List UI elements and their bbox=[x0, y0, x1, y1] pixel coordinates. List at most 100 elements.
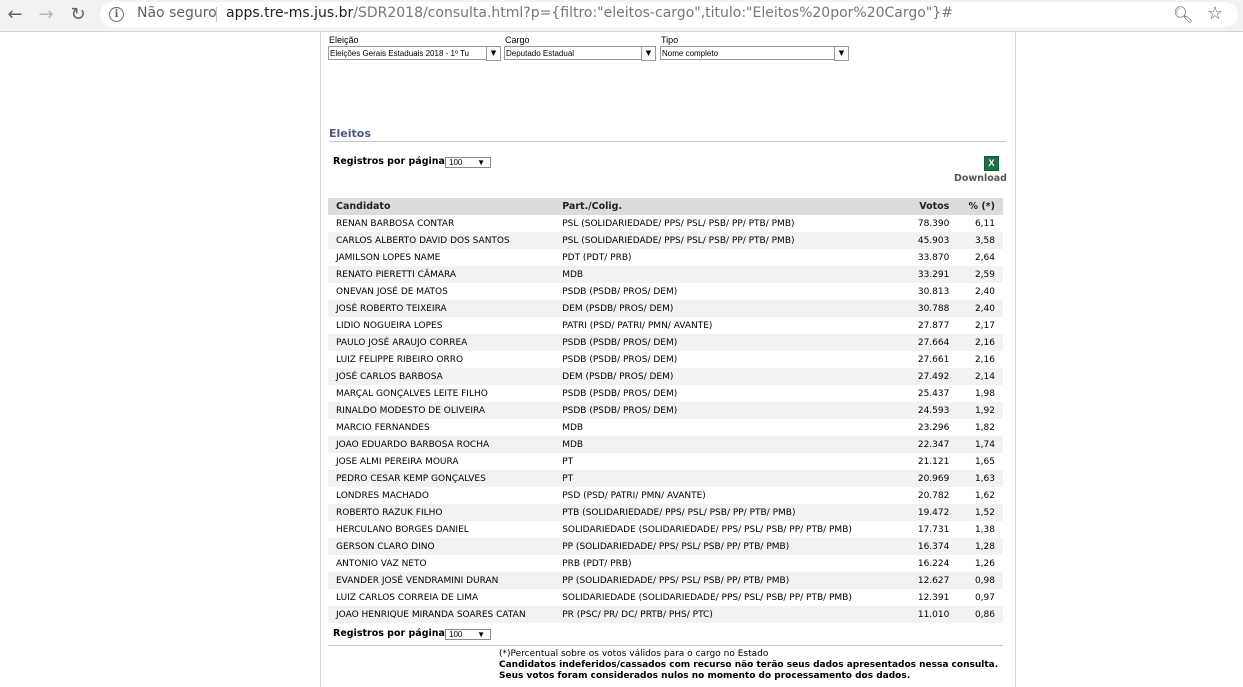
page-size-select[interactable]: 100 ▼ bbox=[445, 157, 491, 168]
cell-partido: PSL (SOLIDARIEDADE/ PPS/ PSL/ PSB/ PP/ P… bbox=[562, 218, 795, 229]
cell-partido: PSDB (PSDB/ PROS/ DEM) bbox=[562, 354, 678, 365]
cell-pct: 1,82 bbox=[974, 422, 995, 433]
table-row: JOAO EDUARDO BARBOSA ROCHA MDB 22.347 1,74 bbox=[328, 436, 1003, 453]
dropdown-arrow-icon[interactable]: ▼ bbox=[834, 46, 849, 61]
cell-partido: PSDB (PSDB/ PROS/ DEM) bbox=[562, 286, 678, 297]
cell-votos: 12.391 bbox=[917, 592, 950, 603]
cell-pct: 2,17 bbox=[974, 320, 995, 331]
cell-pct: 2,59 bbox=[957, 266, 1003, 283]
cell-candidato: ANTONIO VAZ NETO bbox=[336, 558, 427, 569]
cell-pct: 1,65 bbox=[974, 456, 995, 467]
cell-votos: 27.661 bbox=[917, 354, 950, 365]
cell-candidato: LUIZ FELIPPE RIBEIRO ORRO bbox=[336, 354, 464, 365]
cell-pct: 6,11 bbox=[974, 218, 995, 229]
cell-candidato: HERCULANO BORGES DANIEL bbox=[336, 524, 469, 535]
table-row: MARÇAL GONÇALVES LEITE FILHO PSDB (PSDB/ … bbox=[328, 385, 1003, 402]
forward-icon[interactable]: → bbox=[34, 4, 58, 26]
cell-pct: 1,26 bbox=[974, 558, 995, 569]
dropdown-arrow-icon: ▼ bbox=[477, 158, 485, 167]
tipo-label: Tipo bbox=[661, 35, 679, 45]
cell-candidato: LUIZ CARLOS CORREIA DE LIMA bbox=[336, 592, 479, 603]
cell-votos: 45.903 bbox=[892, 232, 958, 249]
table-row: LUIZ FELIPPE RIBEIRO ORRO PSDB (PSDB/ PRO… bbox=[328, 351, 1003, 368]
excel-icon[interactable]: X bbox=[984, 156, 999, 171]
cell-candidato: JOSÉ CARLOS BARBOSA bbox=[328, 368, 555, 385]
page-size-label-bottom: Registros por página : bbox=[333, 628, 453, 639]
cell-pct: 3,58 bbox=[957, 232, 1003, 249]
url-path: /SDR2018/consulta.html?p={filtro:"eleito… bbox=[353, 5, 953, 21]
cell-pct: 1,38 bbox=[974, 524, 995, 535]
cell-pct: 0,97 bbox=[974, 592, 995, 603]
cell-votos: 33.291 bbox=[892, 266, 958, 283]
page-size-select-bottom[interactable]: 100 ▼ bbox=[445, 629, 491, 640]
table-row: LUIZ CARLOS CORREIA DE LIMA SOLIDARIEDADE… bbox=[328, 589, 1003, 606]
cell-candidato: JOSE ALMI PEREIRA MOURA bbox=[336, 456, 459, 467]
download-link[interactable]: Download bbox=[954, 173, 1007, 184]
cargo-label: Cargo bbox=[505, 35, 530, 45]
browser-toolbar: ← → ↻ i Não seguro apps.tre-ms.jus.br/SD… bbox=[0, 0, 1243, 32]
cell-votos: 20.969 bbox=[892, 470, 958, 487]
cell-partido: PDT (PDT/ PRB) bbox=[562, 252, 632, 263]
security-label[interactable]: Não seguro bbox=[137, 5, 217, 21]
cell-partido: PSDB (PSDB/ PROS/ DEM) bbox=[554, 402, 893, 419]
address-bar[interactable]: i Não seguro apps.tre-ms.jus.br/SDR2018/… bbox=[100, 2, 1238, 27]
cell-partido: SOLIDARIEDADE (SOLIDARIEDADE/ PPS/ PSL/ … bbox=[562, 524, 852, 535]
cell-partido: PRB (PDT/ PRB) bbox=[562, 558, 632, 569]
cell-pct: 1,74 bbox=[957, 436, 1003, 453]
header-candidato[interactable]: Candidato bbox=[328, 198, 555, 215]
tipo-select[interactable]: Nome completo bbox=[660, 46, 835, 60]
dropdown-arrow-icon[interactable]: ▼ bbox=[641, 46, 656, 61]
cell-votos: 16.374 bbox=[892, 538, 958, 555]
back-icon[interactable]: ← bbox=[3, 4, 27, 26]
eleicao-label: Eleição bbox=[329, 35, 359, 45]
cell-candidato: PAULO JOSÉ ARAUJO CORREA bbox=[328, 334, 555, 351]
footer-divider bbox=[328, 645, 1003, 646]
cargo-select[interactable]: Deputado Estadual bbox=[504, 46, 642, 60]
cell-votos: 27.664 bbox=[892, 334, 958, 351]
cell-pct: 0,98 bbox=[957, 572, 1003, 589]
cell-candidato: JOAO HENRIQUE MIRANDA SOARES CATAN bbox=[328, 606, 555, 623]
table-row: JOSÉ CARLOS BARBOSA DEM (PSDB/ PROS/ DEM)… bbox=[328, 368, 1003, 385]
cell-votos: 17.731 bbox=[917, 524, 950, 535]
cell-partido: PT bbox=[562, 456, 574, 467]
cell-votos: 24.593 bbox=[892, 402, 958, 419]
cell-partido: SOLIDARIEDADE (SOLIDARIEDADE/ PPS/ PSL/ … bbox=[562, 592, 852, 603]
cell-partido: PTB (SOLIDARIEDADE/ PPS/ PSL/ PSB/ PP/ P… bbox=[554, 504, 893, 521]
cell-votos: 12.627 bbox=[892, 572, 958, 589]
table-row: ONEVAN JOSÉ DE MATOS PSDB (PSDB/ PROS/ DE… bbox=[328, 283, 1003, 300]
reload-icon[interactable]: ↻ bbox=[66, 4, 90, 26]
dropdown-arrow-icon[interactable]: ▼ bbox=[486, 46, 501, 61]
cell-pct: 2,40 bbox=[957, 300, 1003, 317]
page-size-value: 100 bbox=[449, 630, 463, 639]
cell-votos: 27.492 bbox=[892, 368, 958, 385]
cell-pct: 1,62 bbox=[974, 490, 995, 501]
table-row: PAULO JOSÉ ARAUJO CORREA PSDB (PSDB/ PROS… bbox=[328, 334, 1003, 351]
header-votos[interactable]: Votos bbox=[892, 198, 958, 215]
table-row: JAMILSON LOPES NAME PDT (PDT/ PRB) 33.870 2… bbox=[328, 249, 1003, 266]
cell-votos: 27.877 bbox=[917, 320, 950, 331]
info-icon[interactable]: i bbox=[109, 7, 124, 22]
header-partido[interactable]: Part./Colig. bbox=[554, 198, 893, 215]
cell-partido: PR (PSC/ PR/ DC/ PRTB/ PHS/ PTC) bbox=[554, 606, 893, 623]
cell-votos: 11.010 bbox=[892, 606, 958, 623]
page-size-value: 100 bbox=[449, 158, 463, 167]
cell-partido: DEM (PSDB/ PROS/ DEM) bbox=[554, 368, 893, 385]
eleicao-select[interactable]: Eleições Gerais Estaduais 2018 - 1º Tu bbox=[328, 46, 487, 60]
star-icon[interactable]: ☆ bbox=[1205, 3, 1225, 24]
cell-candidato: ONEVAN JOSÉ DE MATOS bbox=[336, 286, 448, 297]
table-row: PEDRO CESAR KEMP GONÇALVES PT 20.969 1,63 bbox=[328, 470, 1003, 487]
table-row: EVANDER JOSÉ VENDRAMINI DURAN PP (SOLIDAR… bbox=[328, 572, 1003, 589]
cell-partido: PT bbox=[554, 470, 893, 487]
zoom-icon[interactable]: 🔍︎ bbox=[1173, 5, 1193, 25]
cell-votos: 22.347 bbox=[892, 436, 958, 453]
cell-candidato: RENATO PIERETTI CÂMARA bbox=[328, 266, 555, 283]
results-table: Candidato Part./Colig. Votos % (*) RENAN… bbox=[328, 198, 1003, 623]
cell-candidato: LONDRES MACHADO bbox=[336, 490, 429, 501]
page-size-label: Registros por página : bbox=[333, 156, 453, 167]
table-row: RINALDO MODESTO DE OLIVEIRA PSDB (PSDB/ P… bbox=[328, 402, 1003, 419]
cell-partido: DEM (PSDB/ PROS/ DEM) bbox=[554, 300, 893, 317]
header-pct[interactable]: % (*) bbox=[957, 198, 1003, 215]
table-row: MARCIO FERNANDES MDB 23.296 1,82 bbox=[328, 419, 1003, 436]
cell-candidato: RINALDO MODESTO DE OLIVEIRA bbox=[328, 402, 555, 419]
url-text[interactable]: apps.tre-ms.jus.br/SDR2018/consulta.html… bbox=[226, 5, 953, 21]
